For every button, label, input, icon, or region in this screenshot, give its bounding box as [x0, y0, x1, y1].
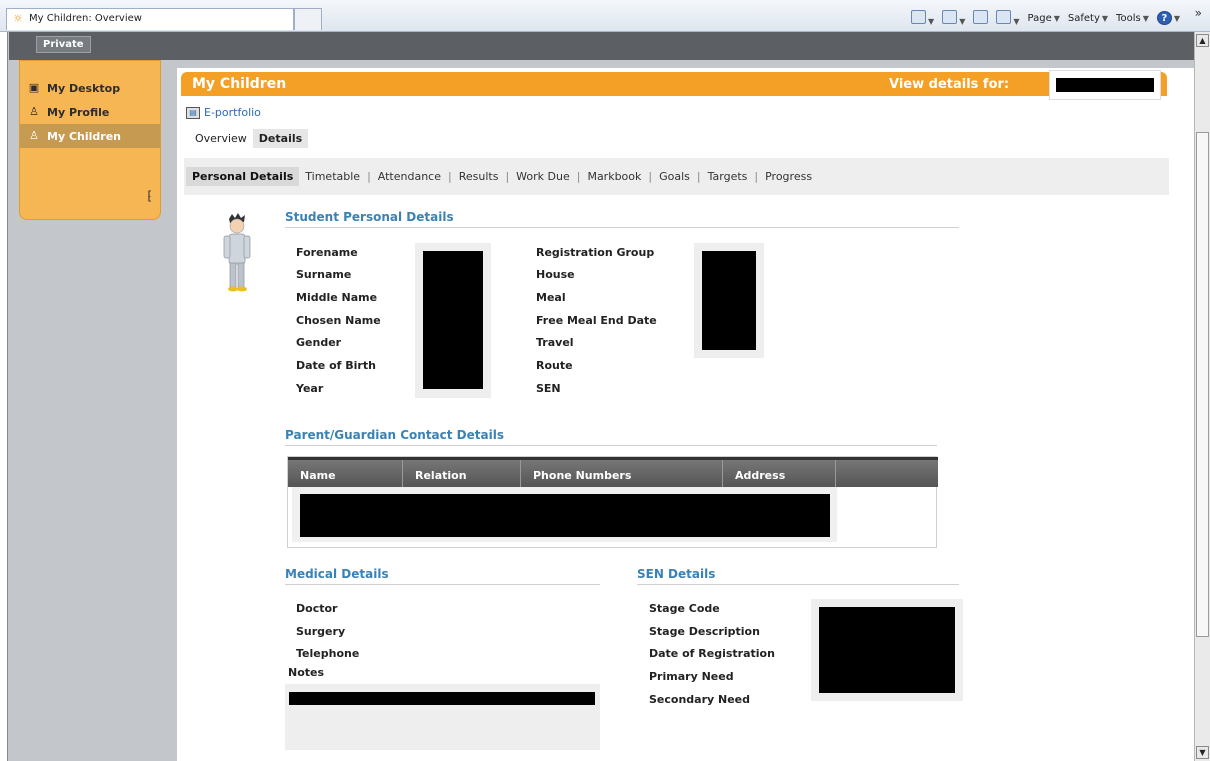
- registration-values-redacted: [694, 243, 764, 358]
- page-icon: ☼: [13, 12, 23, 25]
- gender-label: Gender: [296, 336, 342, 349]
- top-strip: [9, 32, 1194, 60]
- free-meal-end-date-label: Free Meal End Date: [536, 314, 657, 327]
- scroll-thumb[interactable]: [1196, 132, 1209, 637]
- stage-description-label: Stage Description: [649, 625, 760, 638]
- details-tabs-bar: Personal Details Timetable | Attendance | …: [184, 158, 1169, 195]
- travel-label: Travel: [536, 336, 574, 349]
- scroll-up-icon[interactable]: ▲: [1196, 34, 1209, 47]
- vertical-scrollbar[interactable]: ▲ ▼: [1194, 32, 1210, 761]
- chosen-name-label: Chosen Name: [296, 314, 381, 327]
- desktop-icon: ▣: [28, 81, 40, 94]
- primary-need-label: Primary Need: [649, 670, 734, 683]
- tab-targets[interactable]: Targets: [702, 167, 754, 186]
- stage-code-label: Stage Code: [649, 602, 720, 615]
- tab-attendance[interactable]: Attendance: [372, 167, 447, 186]
- tab-personal-details[interactable]: Personal Details: [186, 167, 300, 186]
- column-phone-numbers: Phone Numbers: [521, 460, 723, 487]
- secondary-need-label: Secondary Need: [649, 693, 751, 706]
- browser-tab[interactable]: ☼ My Children: Overview: [6, 8, 294, 30]
- children-icon: ♙: [29, 129, 39, 142]
- medical-details-title: Medical Details: [285, 567, 600, 585]
- subtab-details[interactable]: Details: [252, 129, 309, 148]
- browser-command-bar: ▼ ▼ ▼ Page ▼ Safety ▼ Tools ▼ ? ▼: [911, 9, 1180, 27]
- surgery-label: Surgery: [296, 625, 346, 638]
- contact-table: Name Relation Phone Numbers Address: [287, 456, 938, 548]
- sidebar-item-my-profile[interactable]: ♙ My Profile: [20, 100, 160, 124]
- collapse-sidebar-icon[interactable]: ⁅: [147, 189, 152, 203]
- telephone-label: Telephone: [296, 647, 360, 660]
- safety-menu[interactable]: Safety ▼: [1068, 13, 1108, 24]
- redacted-value: [1056, 78, 1154, 92]
- feeds-button[interactable]: ▼: [942, 9, 965, 27]
- contact-table-header: Name Relation Phone Numbers Address: [288, 457, 938, 487]
- scroll-down-icon[interactable]: ▼: [1196, 746, 1209, 759]
- student-details-title: Student Personal Details: [285, 210, 959, 228]
- rss-icon: [942, 9, 958, 24]
- home-icon: [911, 9, 927, 24]
- page-title: My Children: [192, 76, 287, 92]
- page-menu[interactable]: Page ▼: [1028, 13, 1060, 24]
- tab-timetable[interactable]: Timetable: [299, 167, 366, 186]
- date-of-birth-label: Date of Birth: [296, 359, 376, 372]
- eportfolio-link[interactable]: ▤ E-portfolio: [186, 106, 261, 119]
- tab-progress[interactable]: Progress: [759, 167, 818, 186]
- column-relation: Relation: [403, 460, 521, 487]
- tab-markbook[interactable]: Markbook: [581, 167, 647, 186]
- private-button[interactable]: Private: [36, 36, 91, 53]
- sidebar-item-my-children[interactable]: ♙ My Children: [20, 124, 160, 148]
- surname-label: Surname: [296, 268, 352, 281]
- subtab-overview[interactable]: Overview: [189, 129, 253, 148]
- sen-details-title: SEN Details: [637, 567, 959, 585]
- view-subtabs: Overview Details: [189, 129, 309, 148]
- forename-label: Forename: [296, 246, 358, 259]
- profile-icon: ♙: [29, 105, 39, 118]
- sidebar-item-my-desktop[interactable]: ▣ My Desktop: [20, 76, 160, 100]
- child-selector[interactable]: [1049, 70, 1161, 100]
- middle-name-label: Middle Name: [296, 291, 378, 304]
- notes-redacted: [285, 684, 600, 750]
- notes-label: Notes: [288, 666, 325, 679]
- printer-icon: [996, 9, 1012, 24]
- date-of-registration-label: Date of Registration: [649, 647, 775, 660]
- doctor-label: Doctor: [296, 602, 338, 615]
- print-button[interactable]: ▼: [996, 9, 1020, 27]
- student-avatar: [223, 213, 251, 292]
- portfolio-icon: ▤: [186, 106, 200, 119]
- sen-label: SEN: [536, 382, 561, 395]
- help-button[interactable]: ? ▼: [1156, 11, 1180, 25]
- route-label: Route: [536, 359, 573, 372]
- contact-row-redacted: [292, 487, 837, 542]
- column-address: Address: [723, 460, 836, 487]
- tab-goals[interactable]: Goals: [653, 167, 696, 186]
- contact-details-title: Parent/Guardian Contact Details: [285, 428, 937, 446]
- meal-label: Meal: [536, 291, 566, 304]
- student-values-redacted: [415, 243, 491, 398]
- home-button[interactable]: ▼: [911, 9, 934, 27]
- view-details-label: View details for:: [889, 77, 1010, 92]
- toolbar-overflow-icon[interactable]: »: [1195, 6, 1202, 20]
- browser-toolbar: ☼ My Children: Overview ▼ ▼ ▼ Page ▼ Safe…: [0, 0, 1210, 32]
- new-tab-button[interactable]: [294, 8, 322, 30]
- mail-button[interactable]: [973, 9, 989, 27]
- page-header: My Children View details for:: [181, 70, 1167, 100]
- help-icon: ?: [1156, 11, 1172, 25]
- browser-tab-title: My Children: Overview: [29, 13, 142, 24]
- frame-left-edge: [0, 32, 8, 761]
- column-name: Name: [288, 460, 403, 487]
- year-label: Year: [296, 382, 324, 395]
- tab-results[interactable]: Results: [453, 167, 505, 186]
- sen-values-redacted: [811, 599, 963, 701]
- tools-menu[interactable]: Tools ▼: [1116, 13, 1149, 24]
- sidebar: ▣ My Desktop ♙ My Profile ♙ My Children …: [19, 60, 161, 220]
- mail-icon: [973, 9, 989, 24]
- tab-work-due[interactable]: Work Due: [510, 167, 576, 186]
- registration-group-label: Registration Group: [536, 246, 655, 259]
- house-label: House: [536, 268, 575, 281]
